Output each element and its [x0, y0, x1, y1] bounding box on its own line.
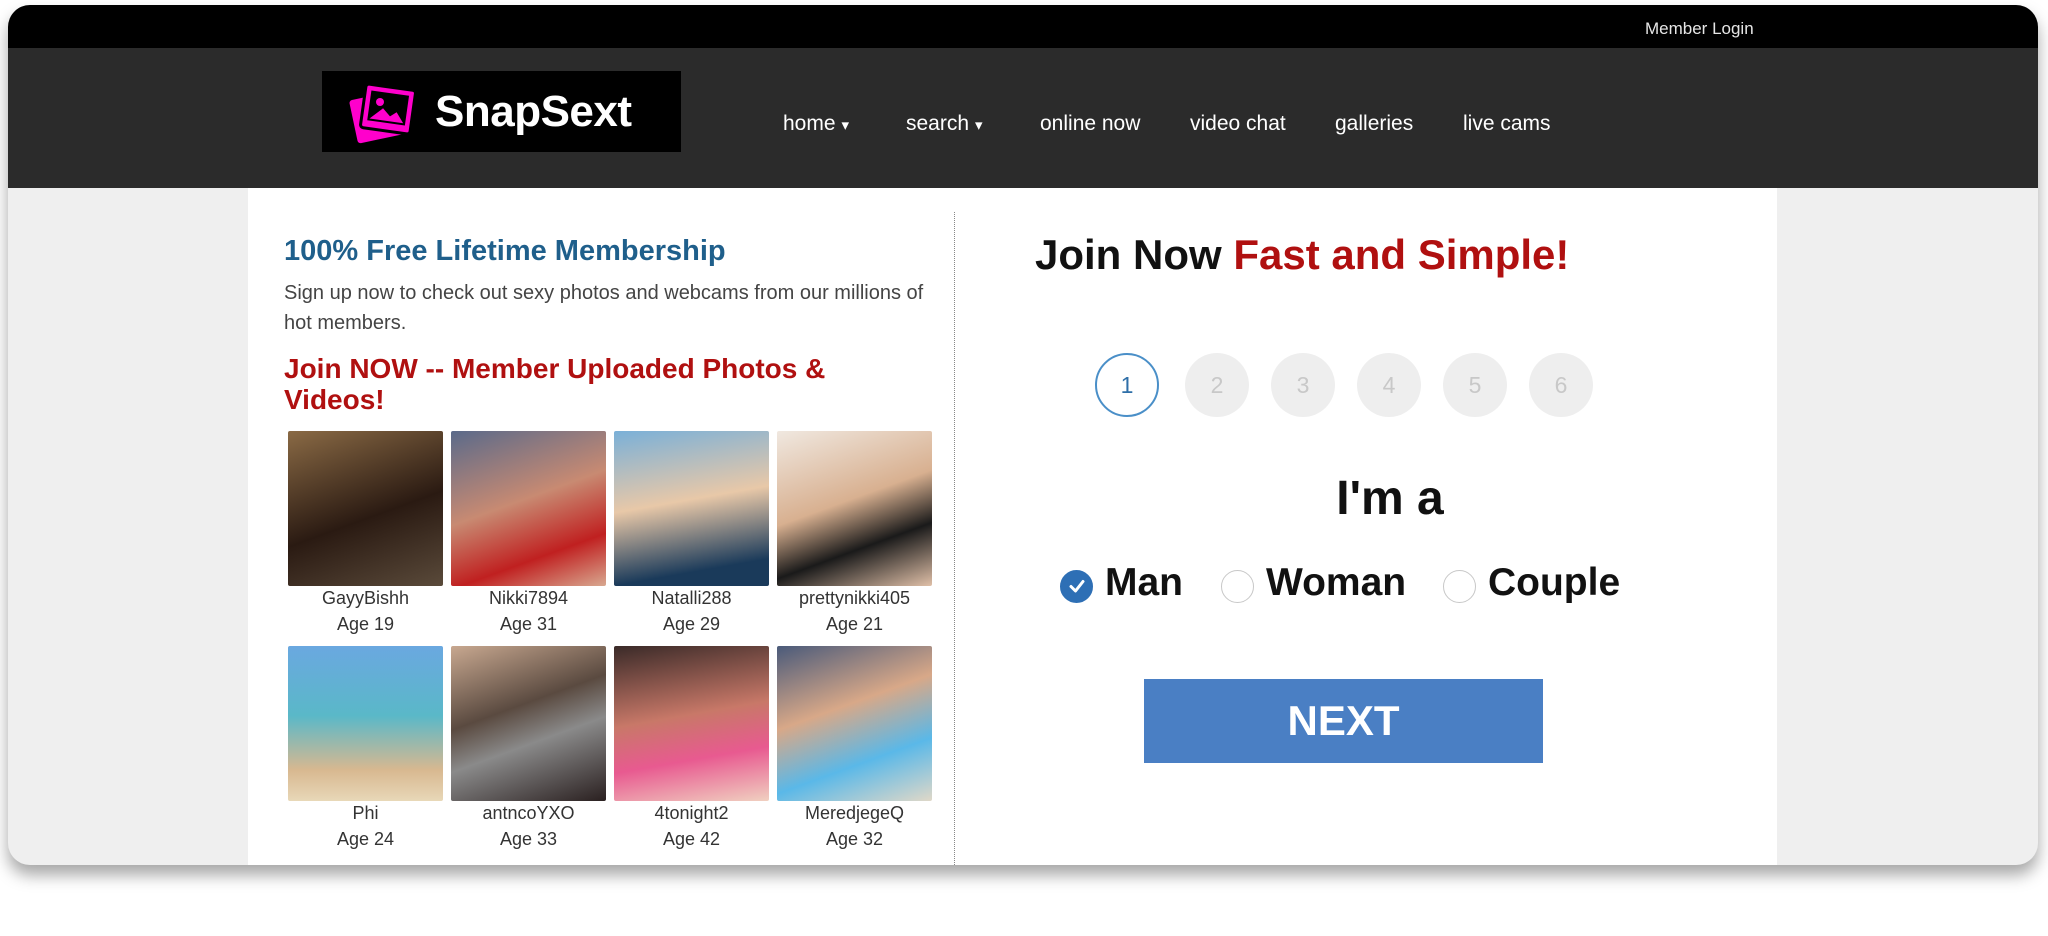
- member-name: 4tonight2: [654, 803, 729, 823]
- chevron-down-icon: ▾: [975, 117, 983, 134]
- member-name: Phi: [352, 803, 379, 823]
- member-card[interactable]: GayyBishh Age 19: [288, 431, 443, 635]
- member-card[interactable]: prettynikki405 Age 21: [777, 431, 932, 635]
- join-now-title-red: Fast and Simple!: [1233, 231, 1570, 278]
- step-4: 4: [1357, 353, 1421, 417]
- member-card[interactable]: Nikki7894 Age 31: [451, 431, 606, 635]
- option-couple[interactable]: Couple: [1443, 561, 1620, 605]
- couple-label: Couple: [1488, 561, 1621, 604]
- member-age: Age 31: [499, 614, 558, 634]
- man-radio[interactable]: [1060, 569, 1093, 603]
- chevron-down-icon: ▾: [841, 117, 850, 134]
- photo-frames-icon: [349, 82, 417, 144]
- member-name: prettynikki405: [798, 588, 911, 608]
- member-card[interactable]: antncoYXO Age 33: [451, 646, 606, 850]
- logo-text: SnapSext: [435, 87, 632, 136]
- member-age: Age 42: [662, 829, 721, 849]
- member-age: Age 33: [499, 829, 558, 849]
- membership-title: 100% Free Lifetime Membership: [284, 235, 726, 267]
- membership-subtitle: Sign up now to check out sexy photos and…: [284, 282, 924, 334]
- man-label: Man: [1105, 561, 1183, 604]
- member-photo[interactable]: [288, 431, 443, 586]
- member-photo[interactable]: [288, 646, 443, 801]
- member-age: Age 24: [336, 829, 395, 849]
- next-button[interactable]: NEXT: [1144, 679, 1543, 763]
- member-name: Natalli288: [651, 588, 732, 608]
- nav-home-label: home: [783, 112, 836, 135]
- step-1: 1: [1095, 353, 1159, 417]
- nav-video-chat[interactable]: video chat: [1190, 112, 1286, 136]
- site-logo[interactable]: SnapSext: [322, 71, 681, 152]
- join-now-title: Join Now Fast and Simple!: [1035, 231, 1569, 279]
- member-login-link[interactable]: Member Login: [1645, 19, 1754, 39]
- woman-label: Woman: [1266, 561, 1407, 604]
- member-name: antncoYXO: [482, 803, 575, 823]
- nav-search-label: search: [906, 112, 970, 135]
- member-card[interactable]: Natalli288 Age 29: [614, 431, 769, 635]
- member-photo[interactable]: [451, 431, 606, 586]
- nav-online-now[interactable]: online now: [1040, 112, 1140, 136]
- nav-search[interactable]: search ▾: [906, 112, 983, 136]
- member-photo[interactable]: [614, 646, 769, 801]
- im-a-heading: I'm a: [1336, 472, 1444, 525]
- top-bar: Member Login: [8, 5, 2038, 48]
- step-2: 2: [1185, 353, 1249, 417]
- option-woman[interactable]: Woman: [1221, 561, 1406, 605]
- member-age: Age 29: [662, 614, 721, 634]
- member-card[interactable]: 4tonight2 Age 42: [614, 646, 769, 850]
- member-name: MeredjegeQ: [804, 803, 905, 823]
- step-6: 6: [1529, 353, 1593, 417]
- nav-galleries[interactable]: galleries: [1335, 112, 1413, 136]
- main-content: 100% Free Lifetime Membership Sign up no…: [248, 188, 1777, 865]
- nav-bar: [8, 48, 2038, 188]
- option-man[interactable]: Man: [1060, 561, 1183, 605]
- nav-live-cams[interactable]: live cams: [1463, 112, 1551, 136]
- member-age: Age 32: [825, 829, 884, 849]
- member-photo[interactable]: [614, 431, 769, 586]
- column-divider: [954, 212, 955, 865]
- member-age: Age 21: [825, 614, 884, 634]
- join-heading: Join NOW -- Member Uploaded Photos & Vid…: [284, 353, 826, 415]
- step-3: 3: [1271, 353, 1335, 417]
- member-card[interactable]: Phi Age 24: [288, 646, 443, 850]
- member-photo[interactable]: [777, 431, 932, 586]
- nav-home[interactable]: home ▾: [783, 112, 849, 136]
- member-photo[interactable]: [451, 646, 606, 801]
- join-now-title-black: Join Now: [1035, 231, 1222, 278]
- checkmark-icon: [1069, 580, 1084, 593]
- member-name: GayyBishh: [321, 588, 410, 608]
- woman-radio[interactable]: [1221, 569, 1254, 603]
- couple-radio[interactable]: [1443, 569, 1476, 603]
- member-name: Nikki7894: [488, 588, 569, 608]
- browser-window: Member Login SnapSext home ▾ search ▾ onli…: [8, 5, 2038, 865]
- step-5: 5: [1443, 353, 1507, 417]
- member-photo[interactable]: [777, 646, 932, 801]
- member-age: Age 19: [336, 614, 395, 634]
- member-card[interactable]: MeredjegeQ Age 32: [777, 646, 932, 850]
